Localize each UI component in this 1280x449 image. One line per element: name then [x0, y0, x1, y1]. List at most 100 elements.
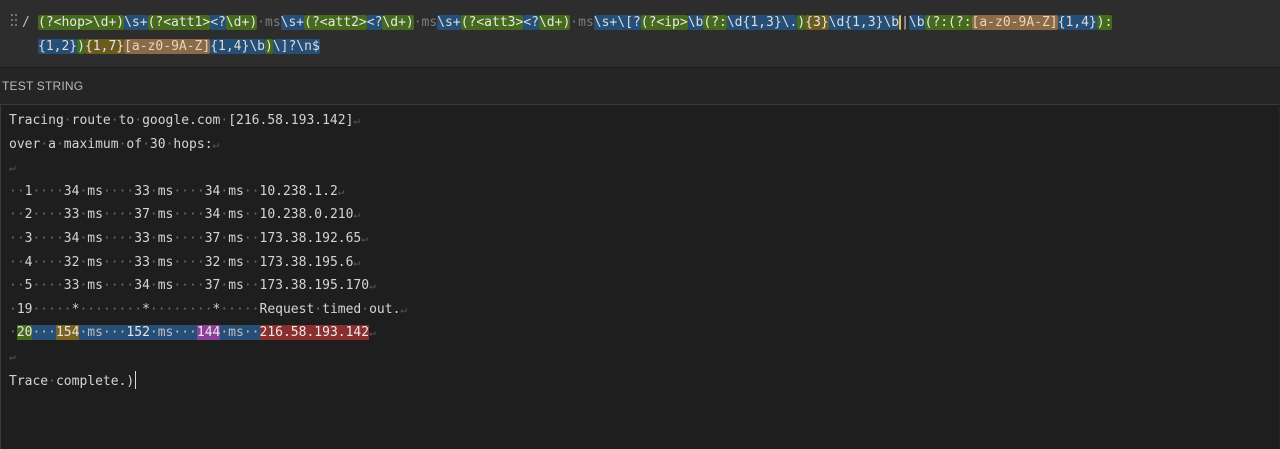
line-text: Tracing [9, 113, 64, 128]
regex-pattern-line-1[interactable]: (?<hop>\d+)\s+(?<att1><?\d+)·ms\s+(?<att… [38, 13, 1113, 33]
whitespace-marker: · [63, 113, 72, 128]
whitespace-marker: ···· [102, 231, 135, 246]
line-text: 173.38.195.6 [259, 254, 354, 270]
whitespace-marker: ·· [243, 207, 260, 223]
whitespace-marker: · [220, 254, 229, 270]
line-text: 10.238.1.2 [259, 183, 338, 199]
whitespace-marker: · [48, 373, 56, 389]
line-text: 34 [134, 278, 150, 294]
whitespace-marker: ···· [173, 183, 205, 199]
line-text: a [48, 136, 56, 152]
line-text: 173.38.195.170 [259, 278, 370, 294]
whitespace-marker: ···· [102, 207, 135, 223]
line-text: * [142, 301, 150, 317]
test-string-line: Trace·complete.) [9, 370, 137, 392]
test-string-line: Tracing·route·to·google.com·[216.58.193.… [9, 111, 360, 131]
regex-token: {1,7} [84, 39, 125, 54]
test-string-line: ↵ [9, 158, 16, 178]
line-text: 34 [204, 183, 221, 199]
whitespace-marker: ···· [173, 207, 205, 223]
line-text: Request [259, 301, 315, 317]
test-string-line: ·19·····*········*········*·····Request·… [9, 300, 407, 320]
regex-token: (?<hop>\d+) [38, 15, 125, 30]
regex-token: (?<ip> [640, 15, 688, 30]
line-text: ms [228, 207, 244, 223]
whitespace-marker: · [55, 136, 64, 152]
match-highlight: 216.58.193.142 [259, 325, 370, 341]
regex-token: \d+) [225, 15, 258, 30]
regex-token: \b [908, 15, 925, 30]
whitespace-marker: · [149, 254, 158, 270]
test-string-line: ··1····34·ms····33·ms····34·ms··10.238.1… [9, 182, 344, 202]
line-text: 37 [204, 231, 221, 246]
line-text: ms [157, 183, 174, 199]
regex-pattern-line-2[interactable]: {1,2}){1,7}[a-z0-9A-Z]{1,4}\b)\]?\n$ [38, 37, 320, 57]
regex-token: (?<att2> [304, 15, 367, 30]
regex-token: ·ms [257, 15, 281, 30]
newline-icon: ↵ [369, 279, 376, 293]
whitespace-marker: ····· [220, 301, 260, 317]
whitespace-marker: · [149, 278, 158, 294]
line-text: ms [228, 278, 244, 294]
whitespace-marker: · [134, 113, 143, 128]
line-text: ms [87, 183, 103, 199]
text-cursor [135, 370, 137, 389]
whitespace-marker: · [361, 301, 370, 317]
line-text: 37 [204, 278, 221, 294]
line-text: 33 [134, 254, 150, 270]
test-string-line: ··2····33·ms····37·ms····34·ms··10.238.0… [9, 205, 360, 225]
regex-token: ): [1096, 15, 1113, 30]
regex-token: <? [366, 15, 383, 30]
whitespace-marker: ·· [9, 278, 25, 294]
whitespace-marker: ···· [173, 254, 205, 270]
test-string-line: over·a·maximum·of·30·hops:↵ [9, 135, 219, 155]
whitespace-marker: ···· [173, 278, 205, 294]
regex-token: (?<att1> [147, 15, 211, 30]
test-string-line: ·20···154·ms···152·ms···144·ms··216.58.1… [9, 323, 376, 343]
regex-token: \]?\n$ [272, 39, 320, 54]
regex-token: ) [265, 39, 273, 54]
regex-editor[interactable]: / (?<hop>\d+)\s+(?<att1><?\d+)·ms\s+(?<a… [0, 0, 1280, 68]
regex-token: \s+ [280, 15, 305, 30]
line-text: ms [157, 278, 174, 294]
newline-icon: ↵ [361, 232, 368, 245]
whitespace-marker: ·· [9, 183, 25, 199]
test-string-header: TEST STRING [0, 68, 1280, 104]
test-string-line: ··3····34·ms····33·ms····37·ms··173.38.1… [9, 229, 368, 249]
line-text: ms [157, 207, 174, 223]
whitespace-marker: ·· [9, 207, 25, 223]
whitespace-marker: · [220, 207, 229, 223]
regex-token: \d{1,3}\. [726, 15, 798, 30]
whitespace-marker: ·· [243, 183, 260, 199]
line-text: 34 [63, 183, 80, 199]
regex-token: \d+) [382, 15, 414, 30]
whitespace-marker: ···· [32, 254, 64, 270]
test-string-line: ↵ [9, 347, 16, 367]
whitespace-marker: · [149, 231, 158, 246]
whitespace-marker: ·· [243, 254, 260, 270]
newline-icon: ↵ [353, 255, 361, 269]
drag-handle-icon[interactable] [11, 14, 17, 28]
line-text: google.com [142, 113, 221, 128]
line-text: [216.58.193.142] [228, 113, 354, 128]
match-highlight: ·ms·· [220, 325, 260, 341]
whitespace-marker: ···· [102, 278, 135, 294]
line-text: out. [369, 301, 401, 317]
regex-token: | [899, 15, 909, 30]
regex-token: \s+ [437, 15, 461, 30]
test-string-editor[interactable]: Tracing·route·to·google.com·[216.58.193.… [0, 104, 1279, 449]
line-text: 33 [134, 183, 150, 199]
whitespace-marker: · [220, 113, 229, 128]
line-text: 37 [134, 207, 150, 223]
regex-token: \s+\[? [593, 15, 641, 30]
regex-token: [a-z0-9A-Z] [971, 15, 1058, 30]
line-text: complete.) [55, 373, 135, 389]
match-highlight: ·ms··· [79, 325, 127, 341]
whitespace-marker: ····· [32, 301, 72, 317]
regex-token: (?:(?: [924, 15, 972, 30]
regex-token: [a-z0-9A-Z] [124, 39, 211, 54]
line-text: 33 [63, 207, 80, 223]
newline-icon: ↵ [212, 137, 220, 151]
regex-token: (?: [703, 15, 727, 30]
newline-icon: ↵ [400, 302, 408, 316]
